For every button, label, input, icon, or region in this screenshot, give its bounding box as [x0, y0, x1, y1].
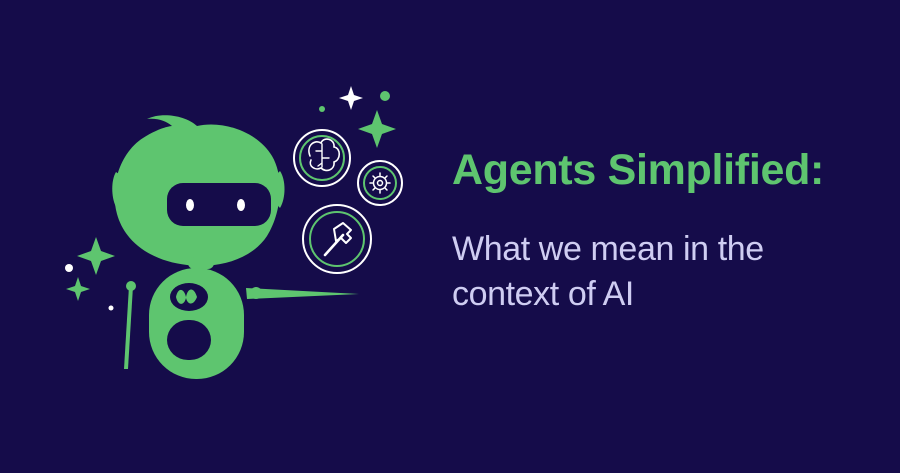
robot-antenna-tip	[126, 281, 136, 291]
sparkle-group-left	[65, 237, 115, 311]
sparkle-icon	[66, 277, 90, 301]
robot-belly-slot	[167, 320, 211, 360]
robot-left-eye	[186, 199, 194, 211]
robot-hand	[250, 287, 262, 299]
icon-bubbles	[293, 129, 403, 274]
sparkle-dot	[380, 91, 390, 101]
sparkle-dot	[319, 106, 325, 112]
sparkle-icon	[339, 86, 363, 110]
hero-text-block: Agents Simplified: What we mean in the c…	[452, 146, 872, 318]
robot-right-arm	[246, 288, 359, 299]
sparkle-dot	[108, 305, 114, 311]
hammer-icon	[302, 204, 372, 274]
brain-icon	[293, 129, 351, 187]
sparkle-dot	[65, 264, 73, 272]
hero-banner: Agents Simplified: What we mean in the c…	[0, 0, 900, 473]
sparkle-icon	[358, 110, 396, 148]
hero-title: Agents Simplified:	[452, 146, 825, 194]
robot-neck	[188, 257, 214, 269]
gear-icon	[357, 160, 403, 206]
robot-left-antenna	[124, 286, 133, 369]
hero-subtitle: What we mean in the context of AI	[452, 230, 764, 314]
robot-right-eye	[237, 199, 245, 211]
robot-face-screen	[167, 183, 271, 226]
sparkle-icon	[77, 237, 115, 275]
